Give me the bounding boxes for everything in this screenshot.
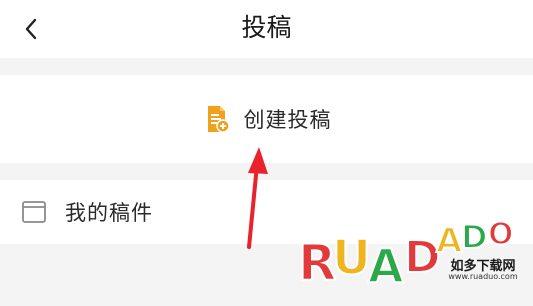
red-arrow-annotation	[247, 147, 268, 249]
svg-text:D: D	[461, 218, 488, 256]
section-divider	[0, 58, 533, 75]
create-submission-label: 创建投稿	[243, 108, 332, 132]
svg-text:A: A	[368, 239, 404, 293]
my-drafts-label: 我的稿件	[65, 201, 153, 225]
document-add-icon	[207, 106, 230, 133]
nav-bar: 投稿	[0, 0, 533, 58]
watermark-url: www.ruaduo.com	[448, 272, 518, 281]
svg-text:O: O	[488, 217, 514, 252]
svg-text:R: R	[298, 234, 337, 292]
page-title: 投稿	[241, 13, 292, 42]
create-submission-content: 创建投稿	[206, 104, 332, 134]
chevron-left-icon	[25, 18, 37, 40]
window-icon	[22, 201, 46, 223]
svg-text:U: U	[332, 230, 371, 286]
back-button[interactable]	[14, 12, 48, 46]
